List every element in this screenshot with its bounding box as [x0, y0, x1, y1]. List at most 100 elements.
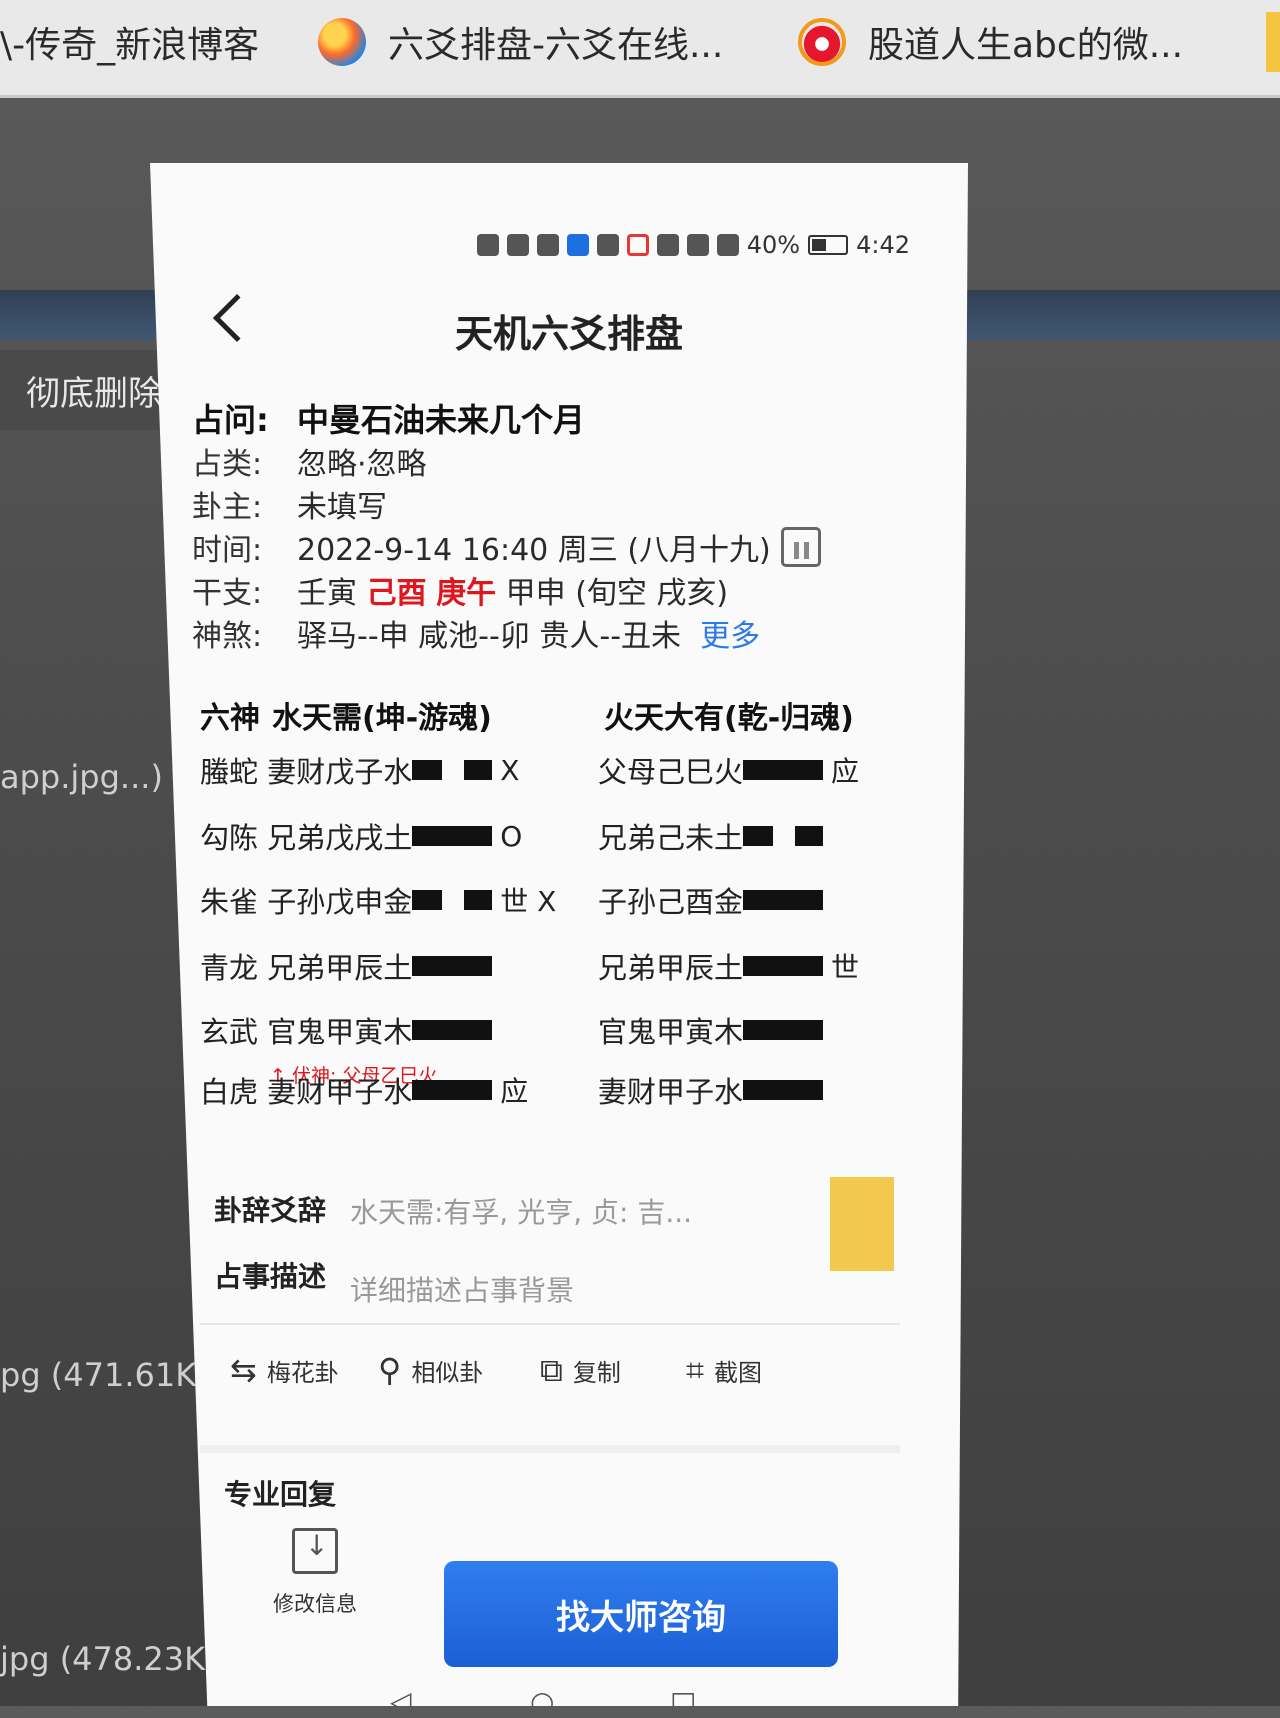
- main-line-bar: [412, 760, 493, 780]
- ganzhi-row: 干支: 壬寅 己酉 庚午 甲申 (旬空 戌亥): [192, 569, 932, 611]
- changed-line-mark: 世: [831, 951, 860, 984]
- guaci-text[interactable]: 水天需:有孚, 光亨, 贞: 吉...: [350, 1191, 692, 1231]
- xunkong: (旬空 戌亥): [575, 575, 729, 611]
- owner-row: 卦主: 未填写: [192, 483, 932, 525]
- tab-edge: [1266, 12, 1280, 72]
- edit-info-button[interactable]: 修改信息: [260, 1528, 370, 1618]
- page-title: 天机六爻排盘: [454, 312, 683, 356]
- hexagram-line-row: 螣蛇 妻财戊子水 X 父母己巳火 应: [200, 745, 968, 795]
- phone-screen: 40% 4:42 天机六爻排盘 占问: 中曼石油未来几个月 占类: 忽略·忽略 …: [150, 163, 968, 1706]
- main-line-label: 官鬼甲寅木: [267, 1015, 413, 1049]
- time-label: 时间:: [192, 532, 263, 568]
- nav-home-icon[interactable]: ○: [530, 1685, 554, 1706]
- description-input[interactable]: 详细描述占事背景: [350, 1269, 574, 1309]
- changed-line-label: 妻财甲子水: [598, 1075, 744, 1109]
- ganzhi-year: 壬寅: [297, 575, 357, 611]
- nfc-icon: [686, 234, 709, 256]
- main-line-mark: 世 X: [500, 885, 557, 918]
- browser-tab-blog[interactable]: \-传奇_新浪博客: [0, 14, 259, 70]
- main-line-bar: [412, 956, 493, 976]
- similar-button[interactable]: ⚲ 相似卦: [378, 1351, 483, 1389]
- copy-button[interactable]: ⧉ 复制: [540, 1351, 621, 1390]
- main-line-label: 兄弟甲辰土: [267, 951, 413, 985]
- weibo-icon: [798, 18, 846, 66]
- liushen-label: 六神: [200, 701, 260, 736]
- eye-icon: [656, 234, 679, 256]
- main-line-label: 妻财甲子水: [267, 1075, 413, 1109]
- liushen-name: 勾陈: [200, 821, 259, 855]
- browser-tab-bar: \-传奇_新浪博客 六爻排盘-六爻在线... 股道人生abc的微...: [0, 0, 1280, 98]
- toolbar-label: 相似卦: [411, 1358, 484, 1387]
- liushen-name: 螣蛇: [200, 755, 259, 789]
- calendar-icon[interactable]: [780, 526, 821, 567]
- hexagram-line-row: 玄武 官鬼甲寅木 官鬼甲寅木: [200, 1005, 968, 1055]
- toolbar-label: 复制: [572, 1359, 621, 1387]
- line-changed: 兄弟甲辰土 世: [598, 941, 859, 991]
- changed-line-bar: [743, 956, 824, 976]
- browser-tab-weibo[interactable]: 股道人生abc的微...: [798, 14, 1183, 70]
- background-file-name: pg (471.61K: [0, 1356, 197, 1394]
- changed-line-bar: [743, 890, 824, 910]
- nav-recents-icon[interactable]: □: [670, 1685, 696, 1706]
- line-changed: 兄弟己未土: [598, 811, 831, 861]
- line-main: 玄武 官鬼甲寅木: [200, 1005, 500, 1055]
- side-tab-button[interactable]: [830, 1177, 894, 1271]
- main-line-label: 妻财戊子水: [267, 755, 413, 789]
- ganzhi-month: 己酉: [366, 575, 427, 611]
- background-file-name: jpg (478.23K: [0, 1640, 206, 1678]
- main-line-mark: X: [500, 753, 520, 787]
- swap-icon: ⇆: [230, 1351, 257, 1389]
- browser-tab-label: 股道人生abc的微...: [868, 25, 1184, 66]
- question-label: 占问:: [192, 400, 269, 439]
- more-link[interactable]: 更多: [700, 611, 760, 655]
- meihua-button[interactable]: ⇆ 梅花卦: [230, 1351, 339, 1389]
- divider: [200, 1323, 900, 1325]
- browser-logo-icon: [318, 18, 366, 66]
- category-row: 占类: 忽略·忽略: [192, 440, 932, 482]
- browser-tab-liuyao[interactable]: 六爻排盘-六爻在线...: [318, 14, 723, 70]
- category-value: 忽略·忽略: [297, 446, 427, 482]
- browser-tab-label: 六爻排盘-六爻在线...: [388, 25, 724, 66]
- category-label: 占类:: [192, 446, 263, 482]
- changed-line-label: 父母己巳火: [598, 755, 744, 789]
- crop-icon: ⌗: [686, 1351, 705, 1389]
- ganzhi-day: 庚午: [436, 575, 497, 611]
- liushen-name: 玄武: [200, 1015, 259, 1049]
- hexagram-line-row: 勾陈 兄弟戊戌土 O 兄弟己未土: [200, 811, 968, 861]
- edit-info-label: 修改信息: [273, 1592, 357, 1616]
- line-main: 青龙 兄弟甲辰土: [200, 941, 500, 991]
- hexagram-line-row: 白虎 妻财甲子水 应 妻财甲子水: [200, 1065, 968, 1115]
- time-row: 时间: 2022-9-14 16:40 周三 (八月十九): [192, 526, 932, 568]
- changed-hexagram-name: 火天大有(乾-归魂): [604, 701, 854, 736]
- main-line-bar: [412, 1020, 493, 1040]
- app-icon: [626, 234, 649, 256]
- app-icon: [596, 234, 619, 256]
- toolbar: ⇆ 梅花卦 ⚲ 相似卦 ⧉ 复制 ⌗ 截图: [230, 1351, 920, 1411]
- question-value: 中曼石油未来几个月: [297, 400, 586, 439]
- delete-permanently-button[interactable]: 彻底删除: [0, 350, 160, 430]
- line-changed: 父母己巳火 应: [598, 745, 859, 795]
- changed-line-label: 官鬼甲寅木: [598, 1015, 744, 1049]
- liushen-name: 白虎: [200, 1075, 259, 1109]
- screenshot-button[interactable]: ⌗ 截图: [686, 1351, 762, 1390]
- line-main: 朱雀 子孙戊申金 世 X: [200, 875, 556, 925]
- main-line-label: 兄弟戊戌土: [267, 821, 413, 855]
- ganzhi-label: 干支:: [192, 575, 263, 611]
- line-main: 白虎 妻财甲子水 应: [200, 1065, 528, 1115]
- browser-tab-label: \-传奇_新浪博客: [0, 25, 260, 66]
- changed-line-label: 兄弟甲辰土: [598, 951, 744, 985]
- owner-value: 未填写: [297, 489, 387, 525]
- line-main: 勾陈 兄弟戊戌土 O: [200, 811, 522, 861]
- shensha-value: 驿马--申 咸池--卯 贵人--丑未: [297, 618, 682, 654]
- clock: 4:42: [856, 231, 910, 259]
- line-changed: 子孙己酉金: [598, 875, 831, 925]
- nav-back-icon[interactable]: ◁: [390, 1685, 412, 1706]
- battery-icon: [808, 235, 849, 255]
- hexagram-line-row: 朱雀 子孙戊申金 世 X 子孙己酉金: [200, 875, 968, 925]
- question-row: 占问: 中曼石油未来几个月: [192, 397, 932, 439]
- hexagram-line-row: 青龙 兄弟甲辰土 兄弟甲辰土世: [200, 941, 968, 991]
- consult-master-button[interactable]: 找大师咨询: [444, 1561, 838, 1667]
- time-value: 2022-9-14 16:40 周三 (八月十九): [297, 532, 771, 568]
- search-icon: ⚲: [378, 1351, 402, 1389]
- background-file-name: app.jpg...): [0, 758, 163, 796]
